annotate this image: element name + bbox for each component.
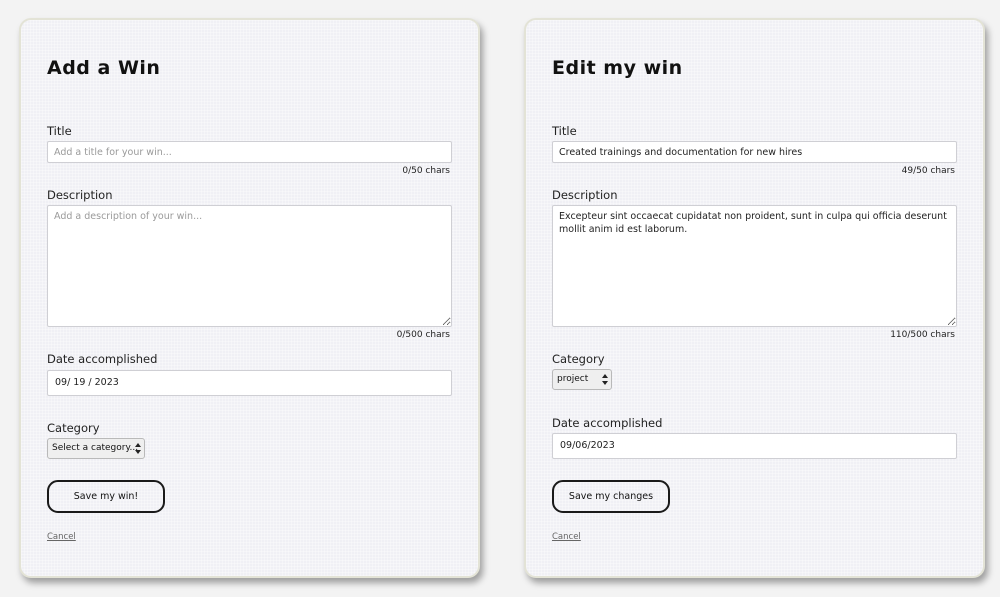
cancel-link[interactable]: Cancel [47,532,76,542]
title-label: Title [47,124,72,138]
category-select[interactable]: project [552,369,612,390]
edit-win-heading: Edit my win [552,57,683,79]
save-changes-button[interactable]: Save my changes [552,480,670,513]
title-char-counter: 49/50 chars [901,166,955,176]
save-win-button[interactable]: Save my win! [47,480,165,513]
add-win-card: Add a Win Title 0/50 chars Description 0… [19,18,480,578]
add-win-heading: Add a Win [47,57,161,79]
description-char-counter: 110/500 chars [890,330,955,340]
cancel-link[interactable]: Cancel [552,532,581,542]
updown-arrows-icon [602,374,608,385]
category-selected-value: Select a category... [52,443,139,453]
description-char-counter: 0/500 chars [396,330,450,340]
description-textarea[interactable] [47,205,452,327]
date-label: Date accomplished [47,352,158,366]
description-textarea[interactable] [552,205,957,327]
edit-win-card: Edit my win Title 49/50 chars Descriptio… [524,18,985,578]
title-char-counter: 0/50 chars [402,166,450,176]
description-label: Description [47,188,113,202]
description-label: Description [552,188,618,202]
title-input[interactable] [552,141,957,163]
title-input[interactable] [47,141,452,163]
date-label: Date accomplished [552,416,663,430]
updown-arrows-icon [135,443,141,454]
date-input[interactable]: 09/06/2023 [552,433,957,459]
category-label: Category [552,352,605,366]
title-label: Title [552,124,577,138]
category-select[interactable]: Select a category... [47,438,145,459]
date-input[interactable]: 09/ 19 / 2023 [47,370,452,396]
category-label: Category [47,421,100,435]
category-selected-value: project [557,374,589,384]
